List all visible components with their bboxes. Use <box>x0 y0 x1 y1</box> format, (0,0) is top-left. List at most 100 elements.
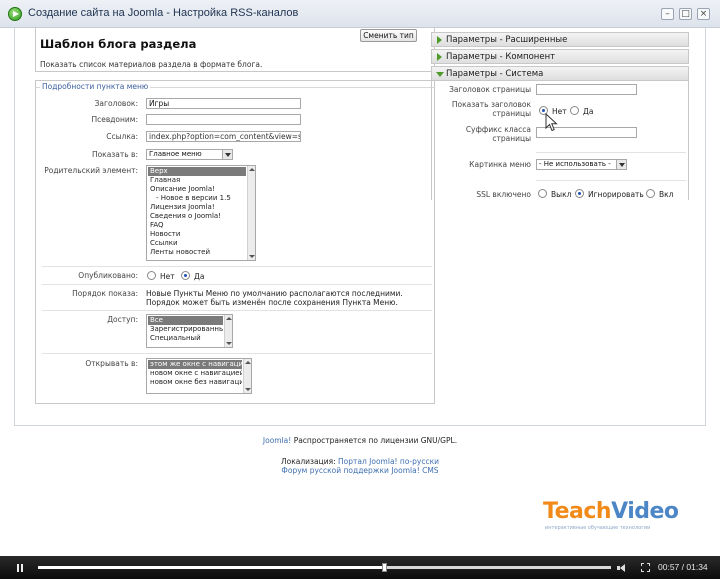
show-in-value: Главное меню <box>149 150 202 158</box>
teachvideo-logo: TeachVideo интерактивные обучающие техно… <box>543 499 679 532</box>
ssl-on-radio[interactable] <box>646 189 655 198</box>
menu-image-value: - Не использовать - <box>539 160 611 168</box>
title-input[interactable]: Игры <box>146 98 301 109</box>
chevron-down-icon <box>222 150 232 159</box>
list-item[interactable]: Описание Joomla! <box>148 185 246 194</box>
alias-input[interactable] <box>146 114 301 125</box>
show-in-label: Показать в: <box>91 150 138 159</box>
maximize-button[interactable]: □ <box>679 8 692 20</box>
list-item[interactable]: Сведения о Joomla! <box>148 212 246 221</box>
list-item[interactable]: Верх <box>148 167 246 176</box>
menu-image-select[interactable]: - Не использовать - <box>536 159 627 170</box>
chevron-down-icon <box>436 72 444 77</box>
list-item[interactable]: новом окне с навигацией <box>148 369 242 378</box>
menu-image-label: Картинка меню <box>469 160 531 169</box>
change-type-button[interactable]: Сменить тип <box>360 29 417 42</box>
access-listbox[interactable]: Все Зарегистрированный Специальный <box>146 314 233 348</box>
scrollbar[interactable] <box>224 315 232 347</box>
chevron-down-icon <box>616 160 626 169</box>
localization-label: Локализация: <box>281 457 336 466</box>
order-note: Новые Пункты Меню по умолчанию располага… <box>146 289 403 307</box>
ssl-on-label: Вкл <box>659 190 674 199</box>
current-time: 00:57 <box>658 562 680 572</box>
forum-link[interactable]: Форум русской поддержки Joomla! CMS <box>281 466 438 475</box>
logo-part1: Teach <box>543 499 612 524</box>
divider <box>536 152 686 153</box>
page-title: Шаблон блога раздела <box>40 37 197 51</box>
time-display: 00:57 / 01:34 <box>658 562 708 572</box>
parent-label: Родительский элемент: <box>44 166 138 175</box>
order-label: Порядок показа: <box>72 289 138 298</box>
show-title-yes-radio[interactable] <box>570 106 579 115</box>
title-label: Заголовок: <box>94 99 138 108</box>
close-button[interactable]: × <box>697 8 710 20</box>
logo-part2: Video <box>611 499 679 524</box>
page-class-label: Суффикс класса страницы <box>465 125 531 143</box>
page-viewport: Шаблон блога раздела Показать список мат… <box>14 28 706 426</box>
ssl-off-label: Выкл <box>551 190 572 199</box>
list-item[interactable]: Ссылки <box>148 239 246 248</box>
seek-bar[interactable] <box>38 563 611 572</box>
list-item[interactable]: Зарегистрированный <box>148 325 223 334</box>
divider <box>42 353 432 354</box>
page-description: Показать список материалов раздела в фор… <box>40 60 263 69</box>
ssl-ignore-label: Игнорировать <box>588 190 644 199</box>
localization-line: Локализация: Портал Joomla! по-русски <box>0 457 720 466</box>
divider <box>42 266 432 267</box>
link-input[interactable]: index.php?option=com_content&view=sectio… <box>146 131 301 142</box>
total-time: 01:34 <box>686 562 708 572</box>
minimize-button[interactable]: – <box>661 8 674 20</box>
published-yes-radio[interactable] <box>181 271 190 280</box>
scrollbar[interactable] <box>243 359 251 393</box>
published-no-radio[interactable] <box>147 271 156 280</box>
accordion-component[interactable]: Параметры - Компонент <box>431 49 689 64</box>
published-no-label: Нет <box>160 272 175 281</box>
ssl-ignore-radio[interactable] <box>575 189 584 198</box>
list-item[interactable]: Главная <box>148 176 246 185</box>
open-in-listbox[interactable]: этом же окне с навигацией новом окне с н… <box>146 358 252 394</box>
list-item[interactable]: FAQ <box>148 221 246 230</box>
accordion-advanced-label: Параметры - Расширенные <box>446 35 568 45</box>
fullscreen-icon[interactable] <box>641 563 650 572</box>
list-item[interactable]: - Новое в версии 1.5 <box>148 194 246 203</box>
list-item[interactable]: Лицензия Joomla! <box>148 203 246 212</box>
video-player-bar: 00:57 / 01:34 <box>0 556 720 579</box>
parent-listbox[interactable]: Верх Главная Описание Joomla! - Новое в … <box>146 165 256 261</box>
logo-subtitle: интерактивные обучающие технологии <box>545 525 651 531</box>
portal-link[interactable]: Портал Joomla! по-русски <box>338 457 439 466</box>
scrollbar[interactable] <box>247 166 255 260</box>
chevron-right-icon <box>437 53 442 61</box>
forum-line: Форум русской поддержки Joomla! CMS <box>0 466 720 475</box>
license-line: Joomla! Распространяется по лицензии GNU… <box>0 436 720 445</box>
accordion-advanced[interactable]: Параметры - Расширенные <box>431 32 689 47</box>
list-item[interactable]: Все <box>148 316 223 325</box>
details-legend: Подробности пункта меню <box>40 82 151 91</box>
window-title: Создание сайта на Joomla - Настройка RSS… <box>28 7 299 19</box>
link-label: Ссылка: <box>106 132 138 141</box>
window-titlebar: Создание сайта на Joomla - Настройка RSS… <box>0 0 720 28</box>
seek-handle[interactable] <box>382 563 388 572</box>
show-in-select[interactable]: Главное меню <box>146 149 233 160</box>
volume-icon[interactable] <box>617 564 633 572</box>
divider <box>42 310 432 311</box>
published-yes-label: Да <box>194 272 205 281</box>
list-item[interactable]: новом окне без навигации <box>148 378 242 387</box>
accordion-system[interactable]: Параметры - Система <box>431 66 689 81</box>
menu-type-box: Шаблон блога раздела Показать список мат… <box>35 28 435 72</box>
joomla-link[interactable]: Joomla! <box>263 436 291 445</box>
play-app-icon <box>8 7 22 21</box>
access-label: Доступ: <box>107 315 138 324</box>
ssl-label: SSL включено <box>476 190 531 199</box>
divider <box>42 284 432 285</box>
pause-icon[interactable] <box>17 564 25 572</box>
seek-progress <box>38 566 386 569</box>
license-text: Распространяется по лицензии GNU/GPL. <box>293 436 458 445</box>
ssl-off-radio[interactable] <box>538 189 547 198</box>
menu-item-details: Подробности пункта меню Заголовок: Игры … <box>35 80 435 404</box>
open-in-label: Открывать в: <box>85 359 138 368</box>
list-item[interactable]: Ленты новостей <box>148 248 246 257</box>
page-title-input[interactable] <box>536 84 637 95</box>
list-item[interactable]: этом же окне с навигацией <box>148 360 242 369</box>
list-item[interactable]: Специальный <box>148 334 223 343</box>
list-item[interactable]: Новости <box>148 230 246 239</box>
